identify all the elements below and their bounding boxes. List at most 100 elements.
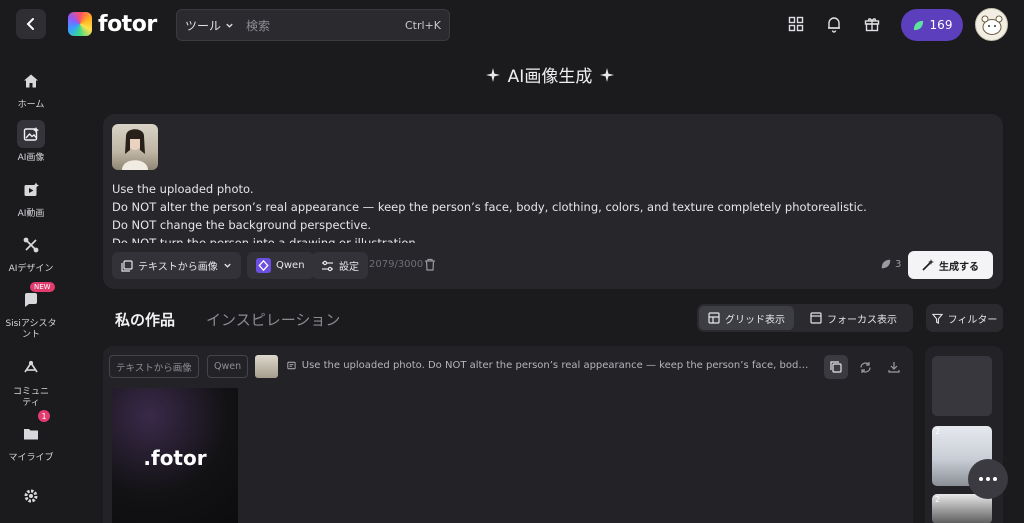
generate-label: 生成する [939,261,979,273]
settings-label: 設定 [339,262,359,273]
avatar[interactable] [975,8,1008,41]
ellipsis-dot [979,477,983,481]
fotor-logo[interactable]: fotor [68,10,157,38]
prompt-line: Use the uploaded photo. [112,182,254,196]
result-prompt[interactable]: Use the uploaded photo. Do NOT alter the… [287,360,813,371]
history-thumbnail-count: 2 [935,427,941,436]
mode-dropdown[interactable]: テキストから画像 [112,252,241,279]
tab-my-works[interactable]: 私の作品 [115,309,175,330]
placeholder-logo-text: .fotor [143,446,207,470]
copy-image-icon [121,259,133,272]
download-icon [888,362,900,373]
char-counter: 2079/3000 [369,259,424,270]
back-button[interactable] [16,9,46,39]
sidebar-item-label: AIデザイン [8,264,54,274]
tool-dropdown[interactable]: ツール [185,17,234,34]
sidebar-item-settings[interactable] [0,482,62,510]
copy-button[interactable] [824,355,848,379]
sidebar-item-community[interactable]: コミュニティ [0,354,62,409]
page-title-text: AI画像生成 [507,67,593,87]
sidebar-item-sisi-assistant[interactable]: Sisiアシスタント [0,286,62,341]
avatar-mascot-icon [981,15,1002,35]
prompt-edit-icon [287,361,296,370]
sidebar-item-label: マイライブ [8,453,54,463]
prompt-textarea[interactable]: Use the uploaded photo. Do NOT alter the… [112,180,992,243]
chevron-left-icon [26,18,34,30]
leaf-icon [913,20,923,30]
trash-icon[interactable] [424,258,436,274]
uploaded-photo-thumbnail[interactable] [112,124,158,170]
grid-view-label: グリッド表示 [725,314,785,326]
credit-cost-value: 3 [895,258,902,270]
generate-button[interactable]: 生成する [908,251,993,279]
ellipsis-dot [993,477,997,481]
sidebar-item-ai-design[interactable]: AIデザイン [0,231,62,275]
community-icon [17,354,45,382]
filter-button[interactable]: フィルター [926,304,1003,332]
gift-icon[interactable] [862,14,882,34]
credits-button[interactable]: 169 [901,9,963,41]
apps-grid-icon[interactable] [786,14,806,34]
chevron-down-icon [224,263,231,268]
ai-image-icon [17,120,45,148]
sidebar-item-label: AI動画 [17,209,45,219]
logo-text: fotor [98,11,157,37]
filter-label: フィルター [947,314,998,326]
settings-button[interactable]: 設定 [312,252,368,279]
result-mode-tag: テキストから画像 [109,355,199,378]
sparkle-icon [600,67,615,82]
sidebar-item-ai-video[interactable]: AI動画 [0,176,62,220]
search-bar[interactable]: ツール 検索 Ctrl+K [176,9,450,41]
filter-icon [931,313,943,324]
sidebar-item-library[interactable]: マイライブ [0,420,62,464]
tab-inspiration[interactable]: インスピレーション [206,309,340,330]
sidebar-item-ai-image[interactable]: AI画像 [0,120,62,164]
model-selector[interactable]: Qwen [247,252,314,279]
logo-mark-icon [68,12,92,36]
leaf-icon [881,259,891,269]
mode-label: テキストから画像 [138,262,218,273]
page-title: AI画像生成 [0,62,1024,87]
notification-count-badge: 1 [38,410,50,422]
gear-icon [17,482,45,510]
result-reference-thumbnail[interactable] [255,355,278,378]
prompt-line: Do NOT alter the person’s real appearanc… [112,200,867,214]
new-badge: NEW [30,282,55,292]
credit-cost: 3 [880,258,901,270]
prompt-line: Do NOT change the background perspective… [112,218,372,232]
folder-icon [17,420,45,448]
focus-view-label: フォーカス表示 [827,314,897,326]
sidebar-item-label: Sisiアシスタント [5,319,57,340]
sliders-icon [322,260,333,271]
copy-icon [830,361,842,373]
bell-icon[interactable] [824,14,844,34]
download-button[interactable] [882,355,906,379]
tool-dropdown-label: ツール [185,18,222,33]
result-image-placeholder[interactable]: .fotor [112,388,238,523]
result-prompt-text: Use the uploaded photo. Do NOT alter the… [301,360,813,371]
sparkle-icon [485,67,500,82]
ai-video-icon [17,176,45,204]
search-input[interactable]: 検索 [246,17,405,34]
search-shortcut: Ctrl+K [404,18,441,32]
chevron-down-icon [226,23,233,28]
regenerate-image-icon [859,361,871,373]
sidebar-item-label: コミュニティ [12,387,49,408]
more-options-button[interactable] [968,459,1008,499]
ellipsis-dot [986,477,990,481]
magic-wand-icon [922,259,934,271]
model-label: Qwen [276,260,305,271]
grid-view-button[interactable]: グリッド表示 [699,306,794,330]
qwen-logo-icon [256,258,271,273]
focus-view-button[interactable]: フォーカス表示 [801,306,906,330]
sidebar-item-label: AI画像 [17,153,45,163]
focus-view-icon [810,312,822,324]
result-model-tag: Qwen [207,355,249,378]
history-thumbnail[interactable] [932,356,992,416]
history-thumbnail-count: 2 [935,495,941,504]
sidebar-item-label: ホーム [17,100,45,110]
prompt-line: Do NOT turn the person into a drawing or… [112,236,420,243]
credits-count: 169 [929,18,953,32]
regenerate-button[interactable] [853,355,877,379]
grid-view-icon [708,312,720,324]
